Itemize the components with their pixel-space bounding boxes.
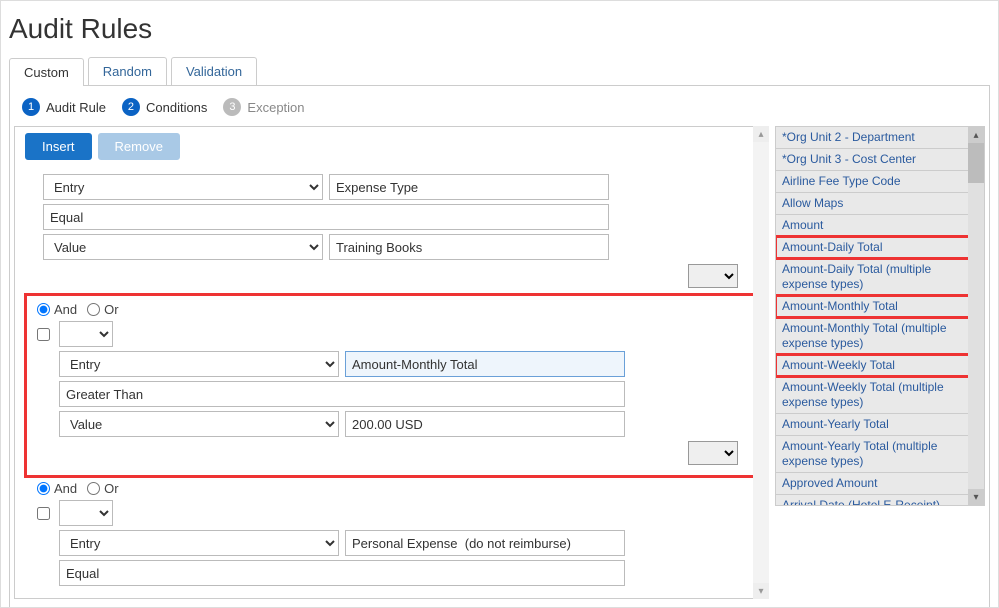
field-picker-panel: *Org Unit 2 - Department*Org Unit 3 - Co… [775, 126, 985, 506]
step-label: Audit Rule [46, 100, 106, 115]
source-select[interactable]: Entry [59, 351, 339, 377]
field-option[interactable]: Amount-Daily Total (multiple expense typ… [776, 259, 984, 296]
tab-bar: CustomRandomValidation [9, 57, 990, 86]
field-option[interactable]: Amount [776, 215, 984, 237]
source-select[interactable]: Entry [43, 174, 323, 200]
value-source-select[interactable]: Value [59, 411, 339, 437]
operator-input[interactable] [59, 381, 625, 407]
paren-close-select[interactable] [688, 441, 738, 465]
wizard-steps: 1 Audit Rule 2 Conditions 3 Exception [14, 94, 985, 126]
field-option[interactable]: Amount-Daily Total [776, 237, 984, 259]
field-option[interactable]: Airline Fee Type Code [776, 171, 984, 193]
field-option[interactable]: Amount-Monthly Total (multiple expense t… [776, 318, 984, 355]
or-radio[interactable] [87, 303, 100, 316]
insert-button[interactable]: Insert [25, 133, 92, 160]
field-list: *Org Unit 2 - Department*Org Unit 3 - Co… [776, 127, 984, 506]
value-input[interactable] [329, 234, 609, 260]
tab-validation[interactable]: Validation [171, 57, 257, 85]
step-number: 2 [122, 98, 140, 116]
field-input[interactable] [345, 351, 625, 377]
field-option[interactable]: Amount-Yearly Total [776, 414, 984, 436]
toolbar: Insert Remove [19, 133, 764, 160]
field-option[interactable]: Amount-Weekly Total [776, 355, 984, 377]
field-option[interactable]: Approved Amount [776, 473, 984, 495]
tab-random[interactable]: Random [88, 57, 167, 85]
condition-block: And Or Entry Value [27, 296, 756, 475]
field-option[interactable]: Amount-Monthly Total [776, 296, 984, 318]
remove-button: Remove [98, 133, 180, 160]
step-number: 3 [223, 98, 241, 116]
or-radio[interactable] [87, 482, 100, 495]
and-radio[interactable] [37, 482, 50, 495]
field-option[interactable]: Amount-Weekly Total (multiple expense ty… [776, 377, 984, 414]
wizard-step-conditions[interactable]: 2 Conditions [122, 98, 207, 116]
field-option[interactable]: Amount-Yearly Total (multiple expense ty… [776, 436, 984, 473]
condition-checkbox[interactable] [37, 507, 50, 520]
operator-input[interactable] [43, 204, 609, 230]
and-radio[interactable] [37, 303, 50, 316]
scroll-down-icon[interactable]: ▾ [968, 489, 984, 505]
paren-select[interactable] [59, 321, 113, 347]
or-radio-label[interactable]: Or [87, 302, 118, 317]
tab-custom[interactable]: Custom [9, 58, 84, 86]
and-or-group: And Or [37, 302, 746, 317]
step-label: Exception [247, 100, 304, 115]
field-input[interactable] [345, 530, 625, 556]
and-radio-label[interactable]: And [37, 481, 77, 496]
or-radio-label[interactable]: Or [87, 481, 118, 496]
scroll-up-icon[interactable]: ▴ [968, 127, 984, 143]
step-label: Conditions [146, 100, 207, 115]
field-option[interactable]: *Org Unit 2 - Department [776, 127, 984, 149]
field-list-scrollbar[interactable]: ▴ ▾ [968, 127, 984, 505]
scroll-down-icon[interactable]: ▾ [753, 583, 769, 599]
page-title: Audit Rules [9, 13, 990, 45]
paren-close-select[interactable] [688, 264, 738, 288]
operator-input[interactable] [59, 560, 625, 586]
value-source-select[interactable]: Value [43, 234, 323, 260]
field-option[interactable]: Arrival Date (Hotel E-Receipt) [776, 495, 984, 506]
source-select[interactable]: Entry [59, 530, 339, 556]
value-input[interactable] [345, 411, 625, 437]
condition-block: Entry Value [19, 166, 764, 294]
conditions-scrollbar[interactable]: ▴ ▾ [753, 126, 769, 599]
step-number: 1 [22, 98, 40, 116]
conditions-panel: Insert Remove EntryValueAndOrEntryValueA… [14, 126, 769, 599]
scroll-up-icon[interactable]: ▴ [753, 126, 769, 142]
and-radio-label[interactable]: And [37, 302, 77, 317]
paren-select[interactable] [59, 500, 113, 526]
field-option[interactable]: Allow Maps [776, 193, 984, 215]
condition-checkbox[interactable] [37, 328, 50, 341]
field-input[interactable] [329, 174, 609, 200]
wizard-step-audit-rule[interactable]: 1 Audit Rule [22, 98, 106, 116]
wizard-step-exception[interactable]: 3 Exception [223, 98, 304, 116]
scroll-thumb[interactable] [968, 143, 984, 183]
field-option[interactable]: *Org Unit 3 - Cost Center [776, 149, 984, 171]
and-or-group: And Or [37, 481, 746, 496]
